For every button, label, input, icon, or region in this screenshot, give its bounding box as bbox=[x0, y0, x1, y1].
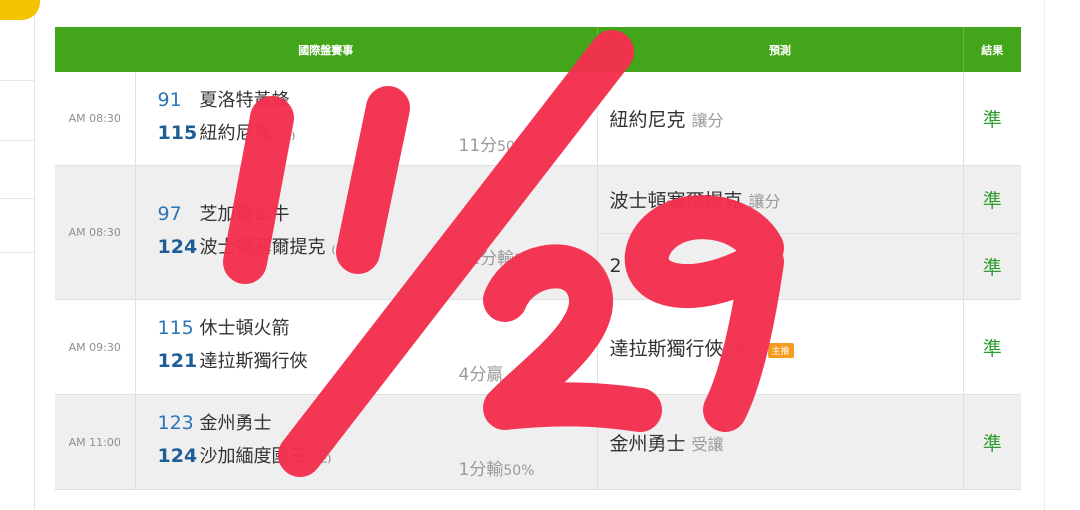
prediction-team[interactable]: 紐約尼克 bbox=[610, 109, 686, 131]
featured-pick-badge: 主推 bbox=[767, 342, 794, 358]
handicap-line: 12分輸50% bbox=[459, 244, 546, 269]
prediction-cell: 2 bbox=[597, 233, 964, 300]
prediction-type: 受讓 bbox=[691, 434, 724, 454]
away-team-name[interactable]: 休士頓火箭 bbox=[200, 312, 290, 345]
home-tag: (主) bbox=[331, 245, 350, 256]
handicap-value: 12分輸 bbox=[458, 249, 515, 269]
matchup-cell: 123 金州勇士 124 沙加緬度國王 (主) 1分輸50% bbox=[135, 394, 598, 490]
prediction-type: 讓分 bbox=[748, 191, 781, 211]
matchup-cell: 91 夏洛特黃蜂 115 紐約尼克 (主) 11分50% bbox=[135, 72, 598, 166]
sidebar-divider bbox=[0, 252, 34, 253]
away-team-line: 97 芝加哥公牛 bbox=[136, 198, 597, 231]
away-score: 91 bbox=[157, 89, 182, 111]
prediction-cell: 紐約尼克 讓分 bbox=[597, 72, 964, 166]
away-score: 123 bbox=[157, 412, 194, 434]
handicap-line: 1分輸50% bbox=[459, 455, 535, 480]
home-tag: (主) bbox=[313, 454, 332, 465]
game-time: AM 09:30 bbox=[55, 299, 136, 395]
handicap-pct: 50% bbox=[497, 139, 529, 155]
game-time: AM 11:00 bbox=[55, 394, 136, 490]
home-score: 121 bbox=[157, 350, 198, 372]
away-team-name[interactable]: 夏洛特黃蜂 bbox=[200, 84, 290, 117]
handicap-value: 11分 bbox=[458, 136, 498, 156]
prediction-team[interactable]: 金州勇士 bbox=[610, 433, 686, 455]
right-divider bbox=[1044, 0, 1045, 510]
away-team-line: 123 金州勇士 bbox=[136, 407, 597, 440]
handicap-line: 11分50% bbox=[459, 131, 529, 156]
game-time: AM 08:30 bbox=[55, 165, 136, 300]
away-score: 115 bbox=[157, 317, 194, 339]
home-score: 124 bbox=[157, 236, 198, 258]
result-badge: 準 bbox=[963, 299, 1021, 395]
prediction-cell: 達拉斯獨行俠 讓分 主推 bbox=[597, 299, 964, 395]
prediction-team[interactable]: 波士頓塞爾提克 bbox=[610, 190, 743, 212]
table-header-row: 國際盤賽事 預測 結果 bbox=[55, 27, 1021, 72]
prediction-type: 讓分 bbox=[691, 111, 724, 130]
away-team-line: 91 夏洛特黃蜂 bbox=[136, 84, 597, 117]
home-score: 124 bbox=[157, 445, 198, 467]
table-row[interactable]: AM 09:30 115 休士頓火箭 121 達拉斯獨行俠 4分贏 達拉斯獨行俠… bbox=[55, 299, 1021, 395]
home-team-line: 121 達拉斯獨行俠 bbox=[136, 345, 597, 378]
sidebar-divider bbox=[0, 140, 34, 141]
prediction-table: 國際盤賽事 預測 結果 AM 08:30 91 夏洛特黃蜂 115 紐約尼克 (… bbox=[55, 27, 1021, 490]
handicap-pct: 50% bbox=[514, 252, 546, 268]
matchup-cell: 115 休士頓火箭 121 達拉斯獨行俠 4分贏 bbox=[135, 299, 598, 395]
result-badge: 準 bbox=[963, 233, 1021, 300]
handicap-pct: 50% bbox=[503, 463, 535, 479]
result-badge: 準 bbox=[963, 72, 1021, 166]
header-event[interactable]: 國際盤賽事 bbox=[55, 27, 598, 72]
prediction-type: 讓分 bbox=[729, 339, 762, 359]
home-team-name[interactable]: 波士頓塞爾提克 bbox=[200, 231, 326, 264]
left-sidebar bbox=[0, 0, 40, 510]
table-row[interactable]: AM 08:30 97 芝加哥公牛 124 波士頓塞爾提克 (主) 12分輸50… bbox=[55, 165, 1021, 300]
prediction-cell: 波士頓塞爾提克 讓分 bbox=[597, 165, 964, 234]
handicap-value: 4分贏 bbox=[458, 365, 504, 385]
home-team-name[interactable]: 達拉斯獨行俠 bbox=[200, 345, 308, 378]
header-prediction[interactable]: 預測 bbox=[597, 27, 964, 72]
table-row[interactable]: AM 11:00 123 金州勇士 124 沙加緬度國王 (主) 1分輸50% … bbox=[55, 394, 1021, 490]
matchup-cell: 97 芝加哥公牛 124 波士頓塞爾提克 (主) 12分輸50% bbox=[135, 165, 598, 300]
home-team-name[interactable]: 沙加緬度國王 bbox=[200, 440, 308, 473]
prediction-team[interactable]: 達拉斯獨行俠 bbox=[610, 338, 724, 360]
away-team-name[interactable]: 金州勇士 bbox=[200, 407, 272, 440]
away-team-line: 115 休士頓火箭 bbox=[136, 312, 597, 345]
home-team-name[interactable]: 紐約尼克 bbox=[200, 117, 272, 150]
prediction-cell: 金州勇士 受讓 bbox=[597, 394, 964, 490]
sidebar-tab-accent[interactable] bbox=[0, 0, 40, 20]
sidebar-divider bbox=[0, 198, 34, 199]
header-result[interactable]: 結果 bbox=[963, 27, 1021, 72]
handicap-line: 4分贏 bbox=[459, 360, 504, 385]
prediction-team[interactable]: 2 bbox=[610, 255, 622, 277]
game-time: AM 08:30 bbox=[55, 72, 136, 166]
sidebar-divider bbox=[0, 80, 34, 81]
away-score: 97 bbox=[157, 203, 182, 225]
away-team-name[interactable]: 芝加哥公牛 bbox=[200, 198, 290, 231]
table-row[interactable]: AM 08:30 91 夏洛特黃蜂 115 紐約尼克 (主) 11分50% 紐約… bbox=[55, 72, 1021, 166]
home-tag: (主) bbox=[277, 131, 296, 142]
handicap-value: 1分輸 bbox=[458, 460, 504, 480]
home-score: 115 bbox=[157, 122, 198, 144]
result-badge: 準 bbox=[963, 165, 1021, 234]
result-badge: 準 bbox=[963, 394, 1021, 490]
